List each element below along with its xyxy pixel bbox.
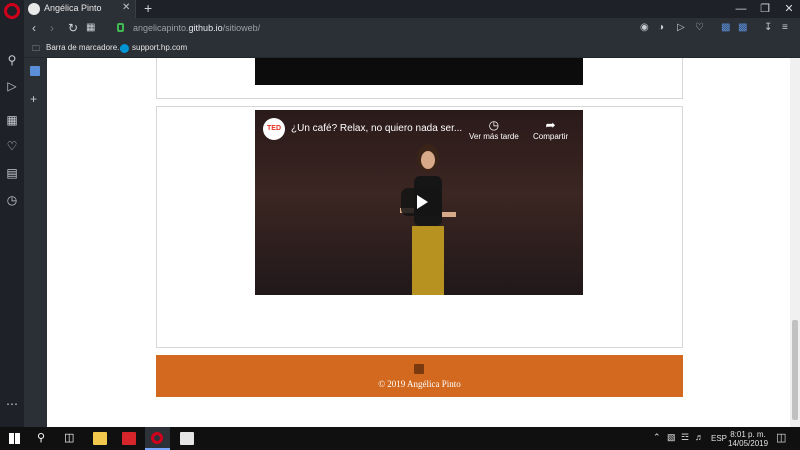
video-title[interactable]: ¿Un café? Relax, no quiero nada ser... bbox=[291, 123, 462, 134]
extension-icon[interactable]: ▩ bbox=[738, 22, 747, 33]
volume-icon[interactable]: ♬ bbox=[695, 432, 704, 442]
close-tab-icon[interactable]: ✕ bbox=[122, 2, 130, 13]
share-label: Compartir bbox=[533, 132, 569, 141]
heart-icon[interactable]: ♡ bbox=[695, 22, 704, 33]
camera-icon[interactable]: ◉ bbox=[640, 22, 649, 33]
send-icon[interactable]: ▷ bbox=[4, 78, 20, 94]
windows-taskbar: ⚲ ◫ ⌃ ▧ ☲ ♬ ESP 8:01 p. m. 14/05/2019 ◫ bbox=[0, 427, 800, 450]
file-explorer-icon[interactable] bbox=[93, 432, 107, 445]
notifications-icon[interactable]: ◫ bbox=[776, 431, 786, 444]
ted-channel-logo[interactable]: TED bbox=[263, 118, 285, 140]
footer-copyright: © 2019 Angélica Pinto bbox=[378, 379, 461, 389]
address-bar: ‹ › ↻ ▦ angelicapinto.github.io/sitioweb… bbox=[24, 18, 800, 40]
add-panel-icon[interactable]: + bbox=[30, 92, 37, 106]
bookmark-folder[interactable]: Barra de marcadore... bbox=[46, 43, 124, 52]
opera-icon bbox=[151, 432, 163, 444]
translate-icon[interactable]: ▩ bbox=[721, 22, 730, 33]
url-prefix: angelicapinto. bbox=[133, 23, 189, 33]
clock-icon: ◷ bbox=[488, 118, 500, 132]
opera-taskbar-button[interactable] bbox=[145, 427, 170, 450]
tray-chevron-icon[interactable]: ⌃ bbox=[653, 432, 661, 443]
video-player-previous[interactable] bbox=[255, 58, 583, 85]
bookmark-support-hp[interactable]: support.hp.com bbox=[132, 43, 187, 52]
photos-icon[interactable] bbox=[180, 432, 194, 445]
clock-time: 8:01 p. m. bbox=[730, 430, 766, 439]
minimize-icon[interactable]: — bbox=[728, 0, 754, 18]
play-icon bbox=[417, 195, 428, 209]
folder-icon: 🗀 bbox=[32, 44, 40, 53]
task-view-icon[interactable]: ◫ bbox=[64, 431, 74, 444]
twitter-icon[interactable] bbox=[414, 364, 424, 374]
video-thumbnail bbox=[400, 144, 456, 295]
tab-title: Angélica Pinto bbox=[44, 3, 102, 13]
share-button[interactable]: ➦ Compartir bbox=[533, 118, 568, 141]
url-domain: github.io bbox=[188, 23, 223, 33]
network-icon[interactable]: ▧ bbox=[667, 432, 676, 443]
hp-icon bbox=[120, 44, 129, 53]
reload-icon[interactable]: ↻ bbox=[68, 21, 78, 35]
more-icon[interactable]: ⋯ bbox=[4, 396, 20, 412]
close-window-icon[interactable]: ✕ bbox=[776, 0, 800, 18]
site-footer: © 2019 Angélica Pinto bbox=[156, 355, 683, 397]
opera-sidebar: ⚲ ▷ ▦ ♡ ▤ ◷ ⋯ bbox=[0, 0, 24, 427]
download-icon[interactable]: ↧ bbox=[764, 22, 772, 33]
wifi-icon[interactable]: ☲ bbox=[681, 432, 689, 443]
panel-app-icon[interactable] bbox=[30, 66, 40, 76]
grid-icon[interactable]: ▦ bbox=[86, 22, 95, 33]
news-icon[interactable]: ▤ bbox=[4, 165, 20, 181]
scrollbar-thumb[interactable] bbox=[792, 320, 798, 420]
history-icon[interactable]: ◷ bbox=[4, 192, 20, 208]
language-indicator[interactable]: ESP bbox=[711, 434, 727, 443]
opera-logo-icon[interactable] bbox=[4, 3, 20, 19]
watch-later-button[interactable]: ◷ Ver más tarde bbox=[469, 118, 519, 141]
url-path: /sitioweb/ bbox=[222, 23, 261, 33]
speed-dial-icon[interactable]: ▦ bbox=[4, 112, 20, 128]
search-icon[interactable]: ⚲ bbox=[37, 431, 45, 444]
menu-icon[interactable]: ≡ bbox=[782, 22, 788, 33]
bookmarks-bar: 🗀 Barra de marcadore... support.hp.com bbox=[24, 40, 800, 58]
watch-later-label: Ver más tarde bbox=[469, 132, 519, 141]
tab-angelica-pinto[interactable]: Angélica Pinto ✕ bbox=[24, 0, 136, 18]
clock[interactable]: 8:01 p. m. 14/05/2019 bbox=[728, 430, 768, 448]
clock-date: 14/05/2019 bbox=[728, 439, 769, 448]
search-icon[interactable]: ⚲ bbox=[4, 52, 20, 68]
lock-icon[interactable] bbox=[117, 23, 124, 32]
windows-start-icon[interactable] bbox=[9, 433, 20, 444]
share-arrow-icon: ➦ bbox=[545, 118, 556, 132]
url-field[interactable]: angelicapinto.github.io/sitioweb/ bbox=[133, 23, 260, 33]
forward-icon[interactable]: › bbox=[50, 21, 54, 35]
new-tab-button[interactable]: + bbox=[144, 0, 152, 16]
youtube-video-player[interactable]: TED ¿Un café? Relax, no quiero nada ser.… bbox=[255, 110, 583, 295]
acrobat-icon[interactable] bbox=[122, 432, 136, 445]
tab-bar: Angélica Pinto ✕ + — ❐ ✕ bbox=[24, 0, 800, 18]
shield-icon[interactable]: ◑ bbox=[658, 22, 664, 33]
heart-icon[interactable]: ♡ bbox=[4, 138, 20, 154]
share-icon[interactable]: ▷ bbox=[677, 22, 685, 33]
github-icon bbox=[28, 3, 40, 15]
back-icon[interactable]: ‹ bbox=[32, 21, 36, 35]
maximize-icon[interactable]: ❐ bbox=[752, 0, 778, 18]
side-panel: + bbox=[24, 58, 47, 427]
